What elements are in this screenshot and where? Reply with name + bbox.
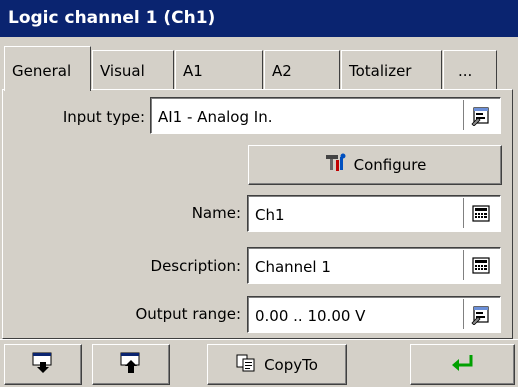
copyto-label: CopyTo	[264, 355, 318, 374]
properties-icon[interactable]	[463, 299, 497, 329]
tab-visual[interactable]: Visual	[92, 50, 174, 89]
tab-label: Totalizer	[349, 62, 412, 80]
next-channel-button[interactable]	[4, 344, 82, 385]
tab-label: A1	[183, 62, 203, 80]
tab-totalizer[interactable]: Totalizer	[341, 50, 442, 89]
previous-channel-button[interactable]	[92, 344, 170, 385]
tab-label: A2	[272, 62, 292, 80]
tab-a1[interactable]: A1	[175, 50, 263, 89]
output-range-field[interactable]: 0.00 .. 10.00 V	[247, 296, 501, 333]
copy-icon	[236, 353, 256, 377]
tab-label: General	[12, 62, 72, 80]
name-value: Ch1	[255, 206, 285, 224]
tools-icon	[324, 152, 346, 178]
separator	[0, 339, 518, 340]
tab-label: Visual	[100, 62, 145, 80]
properties-icon[interactable]	[463, 100, 497, 130]
configure-label: Configure	[353, 156, 427, 174]
tab-label: ...	[458, 62, 473, 80]
description-field[interactable]: Channel 1	[247, 247, 501, 284]
description-value: Channel 1	[255, 258, 331, 276]
window-arrow-up-icon	[120, 352, 142, 378]
input-type-value: AI1 - Analog In.	[158, 108, 273, 126]
tab-more[interactable]: ...	[443, 50, 497, 89]
window-title: Logic channel 1 (Ch1)	[0, 0, 518, 37]
ok-button[interactable]	[410, 344, 515, 385]
name-label: Name:	[191, 204, 241, 222]
keyboard-icon[interactable]	[463, 198, 497, 228]
keyboard-icon[interactable]	[463, 250, 497, 280]
configure-button[interactable]: Configure	[248, 145, 502, 185]
input-type-label: Input type:	[62, 108, 145, 126]
tab-bar: General Visual A1 A2 Totalizer ...	[0, 46, 518, 91]
output-range-label: Output range:	[135, 305, 241, 323]
tab-a2[interactable]: A2	[264, 50, 340, 89]
enter-arrow-icon	[449, 353, 477, 377]
description-label: Description:	[150, 257, 241, 275]
name-field[interactable]: Ch1	[247, 195, 501, 232]
copyto-button[interactable]: CopyTo	[207, 344, 347, 385]
window-arrow-down-icon	[32, 352, 54, 378]
output-range-value: 0.00 .. 10.00 V	[255, 307, 366, 325]
tab-general[interactable]: General	[4, 46, 91, 91]
input-type-field[interactable]: AI1 - Analog In.	[150, 97, 501, 134]
